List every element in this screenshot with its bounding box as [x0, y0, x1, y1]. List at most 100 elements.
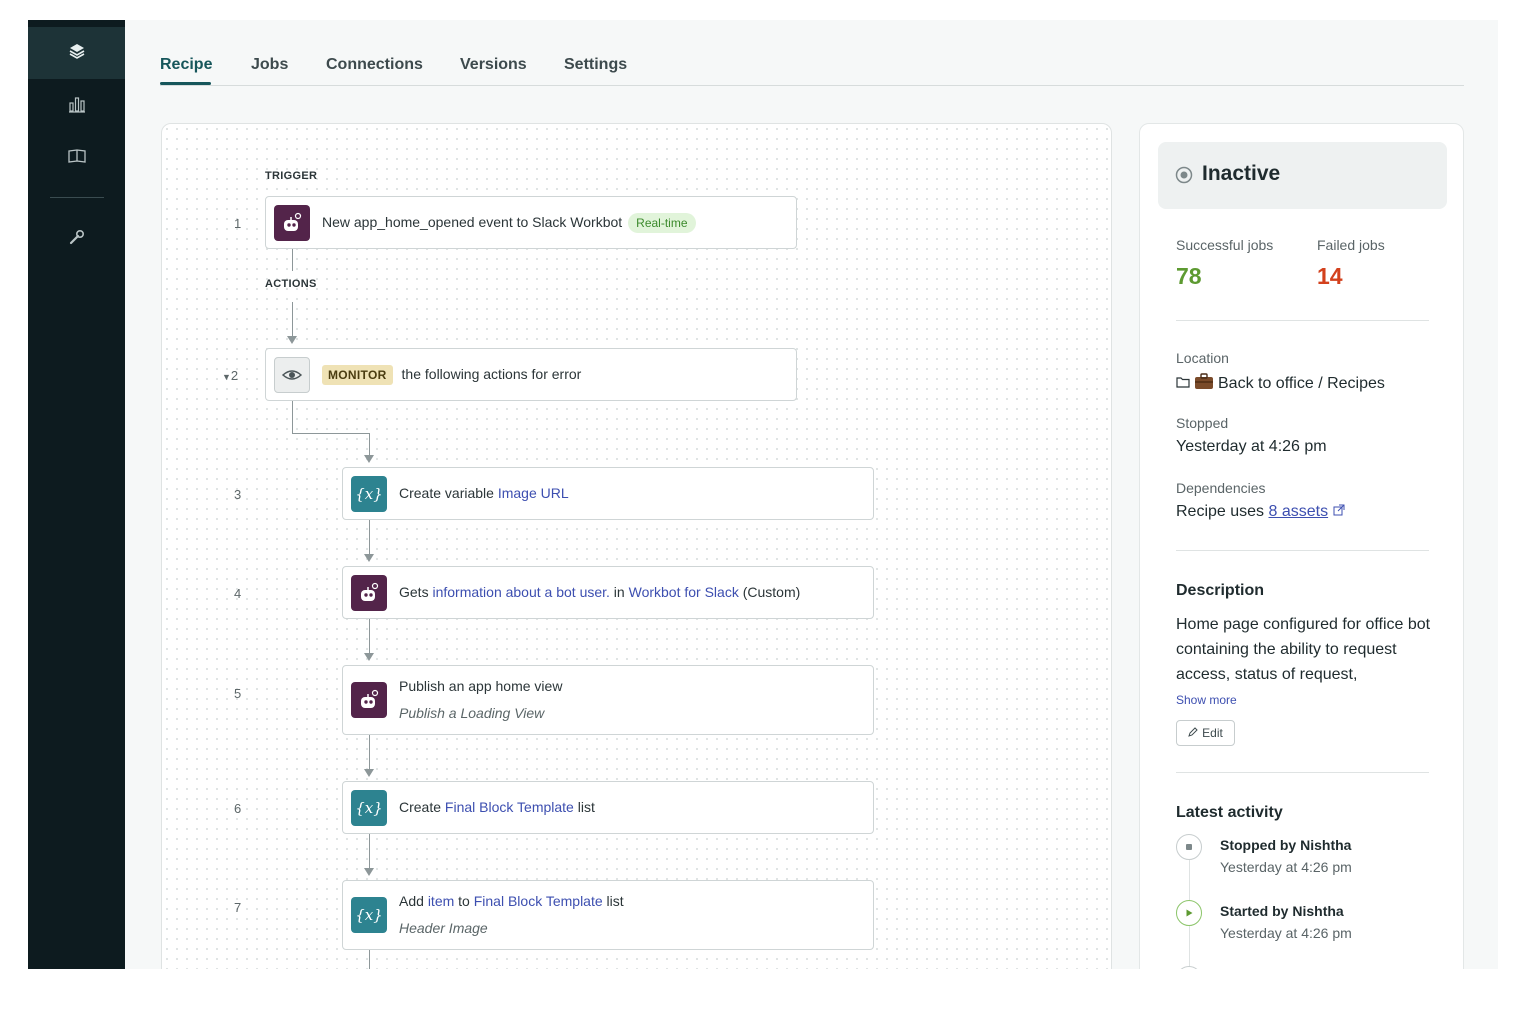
divider	[1176, 772, 1429, 773]
slack-bot-icon	[274, 204, 310, 241]
assets-link[interactable]: 8 assets	[1269, 503, 1329, 520]
failed-jobs-count[interactable]: 14	[1317, 263, 1343, 290]
bot-info-step-card[interactable]: Gets information about a bot user. in Wo…	[342, 566, 874, 619]
step-number: 3	[234, 487, 242, 502]
trigger-step-card[interactable]: New app_home_opened event to Slack Workb…	[265, 196, 797, 249]
inactive-status-icon	[1175, 166, 1193, 189]
step-title: the following actions for error	[401, 366, 582, 382]
connector	[292, 302, 293, 336]
app-window: Recipe Jobs Connections Versions Setting…	[28, 20, 1498, 969]
successful-jobs-count[interactable]: 78	[1176, 263, 1202, 290]
step-action-link: information about a bot user.	[432, 584, 610, 600]
recipe-canvas: TRIGGER 1 New app_home_opened event to S…	[161, 123, 1112, 969]
step-title: Create variable Image URL	[399, 480, 569, 507]
bar-chart-icon	[67, 94, 87, 119]
stopped-value: Yesterday at 4:26 pm	[1176, 438, 1327, 455]
publish-view-step-card[interactable]: Publish an app home view Publish a Loadi…	[342, 665, 874, 735]
monitor-step-card[interactable]: MONITOR the following actions for error	[265, 348, 797, 401]
step-text: in	[609, 584, 629, 600]
stop-icon	[1176, 834, 1202, 860]
connector	[369, 834, 370, 868]
connector	[369, 950, 370, 969]
activity-time: Yesterday at 4:26 pm	[1220, 925, 1352, 941]
step-text: (Custom)	[738, 584, 801, 600]
successful-jobs-label: Successful jobs	[1176, 237, 1274, 253]
briefcase-icon	[1194, 373, 1214, 395]
create-list-step-card[interactable]: {x} Create Final Block Template list	[342, 781, 874, 834]
divider	[1176, 550, 1429, 551]
step-text: Gets	[399, 584, 433, 600]
connector-arrow	[364, 769, 374, 777]
activity-title: Stopped by Nishtha	[1220, 837, 1352, 853]
create-variable-step-card[interactable]: {x} Create variable Image URL	[342, 467, 874, 520]
step-title: Create Final Block Template list	[399, 794, 595, 821]
step-text: list	[573, 799, 595, 815]
step-datapill: Image URL	[497, 485, 569, 501]
tab-settings[interactable]: Settings	[564, 56, 627, 74]
connector	[369, 735, 370, 769]
realtime-badge: Real-time	[628, 212, 696, 233]
tab-connections[interactable]: Connections	[326, 56, 423, 74]
location-value[interactable]: Back to office / Recipes	[1176, 373, 1385, 395]
connector-arrow	[364, 653, 374, 661]
folder-icon	[1176, 375, 1190, 393]
step-number: 6	[234, 801, 242, 816]
wrench-icon	[67, 227, 87, 252]
trigger-label: TRIGGER	[265, 170, 318, 182]
activity-marker	[1176, 966, 1202, 969]
step-text: Create	[399, 799, 445, 815]
sidebar-item-dashboard[interactable]	[28, 80, 125, 132]
step-number: 2	[230, 368, 239, 383]
connector-arrow	[364, 868, 374, 876]
collapse-step-toggle[interactable]: ▼2	[222, 368, 238, 383]
slack-bot-icon	[351, 574, 387, 611]
step-title: New app_home_opened event to Slack Workb…	[322, 214, 623, 230]
connector	[369, 433, 370, 455]
dependencies-value: Recipe uses 8 assets	[1176, 503, 1345, 521]
step-text: to	[454, 893, 474, 909]
caret-down-icon: ▼	[222, 372, 231, 382]
dependencies-text: Recipe uses	[1176, 503, 1269, 520]
connector-arrow	[364, 455, 374, 463]
step-datapill: Final Block Template	[473, 893, 603, 909]
step-number: 4	[234, 586, 242, 601]
description-text: Home page configured for office bot cont…	[1176, 616, 1431, 683]
variable-icon: {x}	[351, 475, 387, 512]
sidebar-item-recipes[interactable]	[28, 27, 125, 79]
tab-versions[interactable]: Versions	[460, 56, 527, 74]
step-app-link: Workbot for Slack	[628, 584, 739, 600]
activity-time: Yesterday at 4:26 pm	[1220, 859, 1352, 875]
sidebar-item-tools[interactable]	[28, 213, 125, 265]
divider	[1176, 320, 1429, 321]
step-title: Add item to Final Block Template list	[399, 888, 624, 915]
status-box: Inactive	[1158, 142, 1447, 209]
description-heading: Description	[1176, 582, 1265, 599]
pencil-icon	[1188, 726, 1198, 740]
step-number: 5	[234, 686, 242, 701]
activity-title: Started by Nishtha	[1220, 903, 1344, 919]
tab-jobs[interactable]: Jobs	[251, 56, 288, 74]
variable-icon: {x}	[351, 789, 387, 826]
step-title: Gets information about a bot user. in Wo…	[399, 579, 800, 606]
connector	[369, 619, 370, 653]
edit-description-button[interactable]: Edit	[1176, 720, 1235, 746]
slack-bot-icon	[351, 682, 387, 718]
step-text: Add	[399, 893, 428, 909]
variable-icon: {x}	[351, 897, 387, 933]
location-label: Location	[1176, 350, 1229, 366]
step-datapill: Final Block Template	[444, 799, 574, 815]
dependencies-label: Dependencies	[1176, 480, 1266, 496]
show-more-link[interactable]: Show more	[1176, 693, 1237, 707]
sidebar	[28, 20, 125, 969]
connector-arrow	[287, 336, 297, 344]
tab-recipe[interactable]: Recipe	[160, 56, 212, 74]
connector	[292, 401, 293, 433]
step-datapill: item	[427, 893, 455, 909]
step-number: 7	[234, 900, 242, 915]
sidebar-divider	[50, 197, 104, 198]
add-item-step-card[interactable]: {x} Add item to Final Block Template lis…	[342, 880, 874, 950]
connector	[292, 433, 370, 434]
sidebar-item-docs[interactable]	[28, 132, 125, 184]
monitor-badge: MONITOR	[322, 364, 393, 385]
actions-label: ACTIONS	[265, 278, 317, 290]
